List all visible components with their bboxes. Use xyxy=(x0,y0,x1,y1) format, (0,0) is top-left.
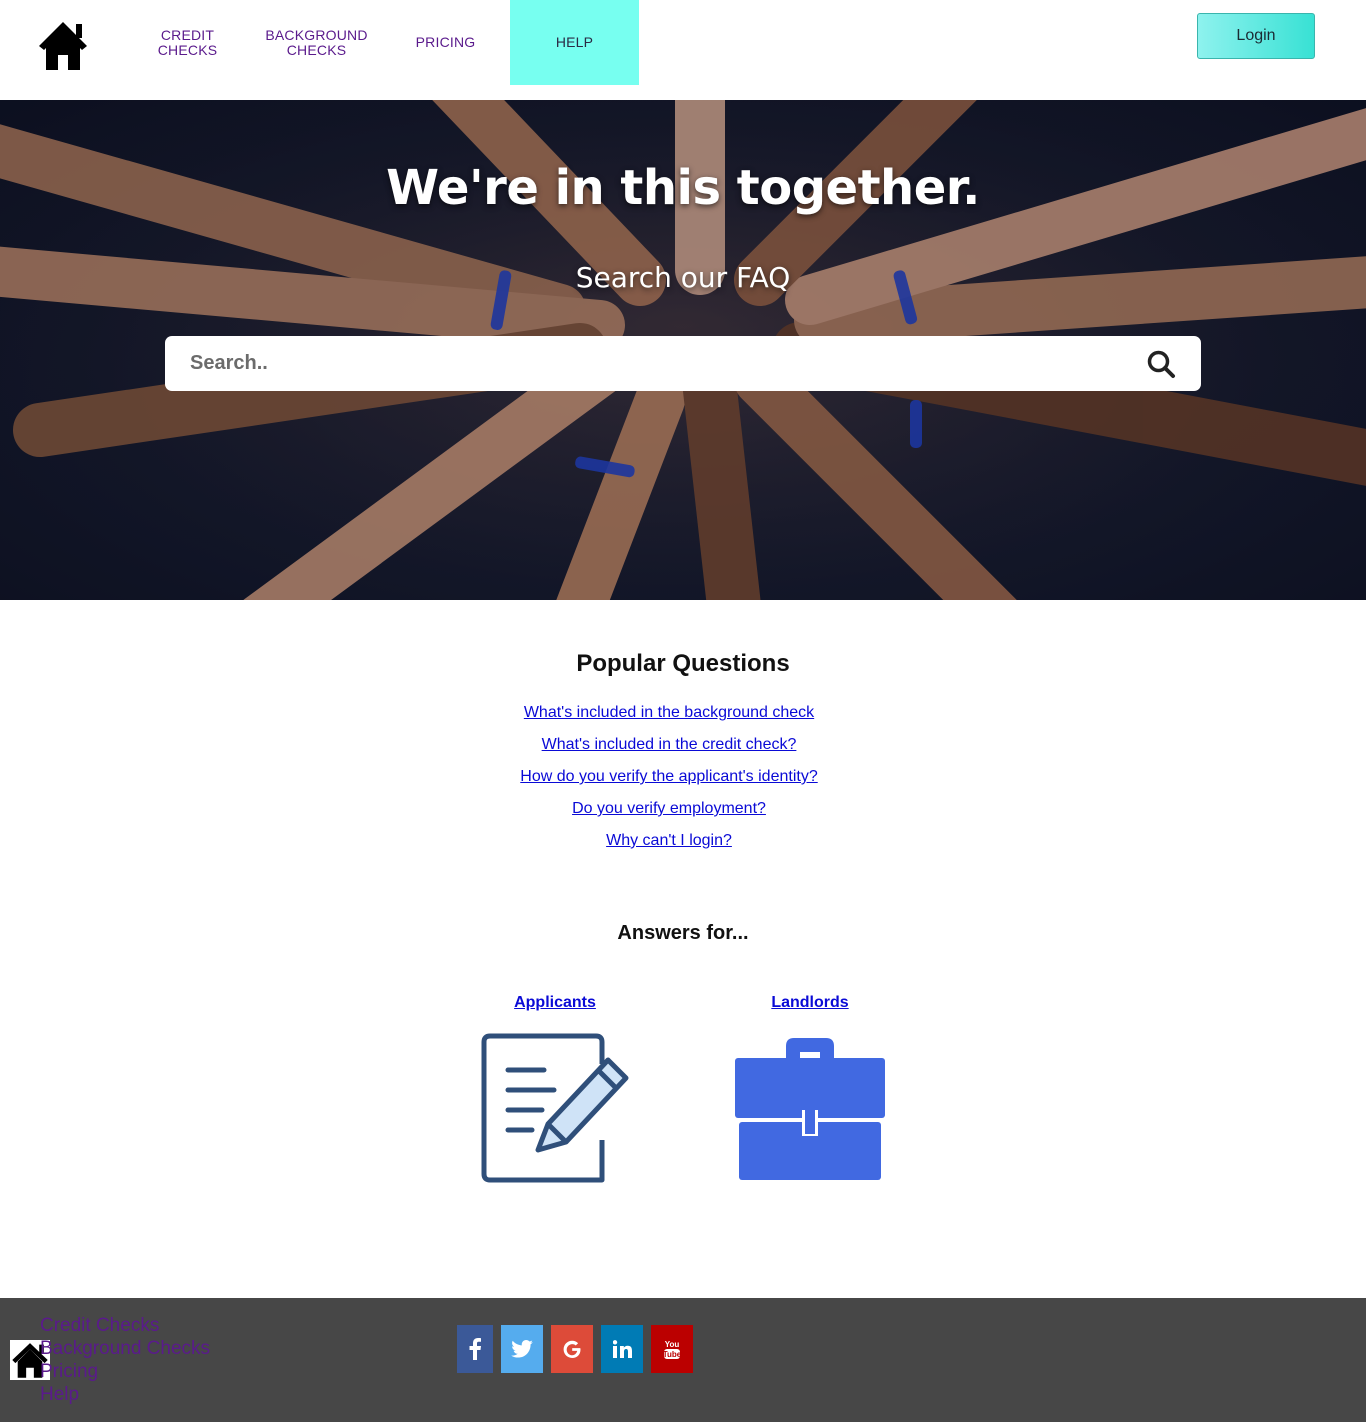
svg-text:Tube: Tube xyxy=(663,1350,682,1359)
hero-title: We're in this together. xyxy=(386,160,980,216)
twitter-icon[interactable] xyxy=(501,1325,543,1373)
nav-background-checks-label-1: BACKGROUND xyxy=(265,26,368,43)
landlords-link[interactable]: Landlords xyxy=(730,994,890,1012)
footer-nav: Credit Checks Background Checks Pricing … xyxy=(40,1314,210,1406)
nav-credit-checks-label-2: CHECKS xyxy=(157,41,218,58)
footer-link-background-checks[interactable]: Background Checks xyxy=(40,1337,210,1360)
briefcase-icon[interactable] xyxy=(734,1036,886,1182)
applicants-link[interactable]: Applicants xyxy=(475,994,635,1012)
faq-link[interactable]: Do you verify employment? xyxy=(0,800,1338,818)
answers-for-heading: Answers for... xyxy=(617,922,749,944)
edit-document-icon[interactable] xyxy=(480,1032,632,1186)
nav-help[interactable]: HELP xyxy=(510,0,639,85)
nav-credit-checks-label-1: CREDIT xyxy=(160,26,215,43)
hero-banner: We're in this together. Search our FAQ xyxy=(0,100,1366,600)
login-button[interactable]: Login xyxy=(1197,13,1315,59)
nav-pricing[interactable]: PRICING xyxy=(381,0,510,85)
site-footer: Credit Checks Background Checks Pricing … xyxy=(0,1298,1366,1422)
nav-pricing-label: PRICING xyxy=(415,34,476,50)
footer-link-credit-checks[interactable]: Credit Checks xyxy=(40,1314,210,1337)
nav-credit-checks[interactable]: CREDIT CHECKS xyxy=(123,0,252,85)
search-bar xyxy=(165,336,1201,391)
faq-link[interactable]: What's included in the credit check? xyxy=(0,736,1338,754)
site-header: CREDIT CHECKS BACKGROUND CHECKS PRICING HE… xyxy=(0,0,1366,100)
footer-link-help[interactable]: Help xyxy=(40,1383,210,1406)
nav-help-label: HELP xyxy=(555,34,594,50)
youtube-icon[interactable]: You Tube xyxy=(651,1325,693,1373)
nav-background-checks-label-2: CHECKS xyxy=(286,41,347,58)
hero-subtitle: Search our FAQ xyxy=(575,261,791,294)
search-icon[interactable] xyxy=(1146,349,1176,379)
facebook-icon[interactable] xyxy=(457,1325,493,1373)
footer-link-pricing[interactable]: Pricing xyxy=(40,1360,210,1383)
google-icon[interactable] xyxy=(551,1325,593,1373)
search-input[interactable] xyxy=(190,336,1090,391)
faq-link[interactable]: What's included in the background check xyxy=(0,704,1338,722)
home-logo-icon[interactable] xyxy=(37,20,89,72)
faq-link[interactable]: Why can't I login? xyxy=(0,832,1338,850)
nav-background-checks[interactable]: BACKGROUND CHECKS xyxy=(252,0,381,85)
faq-link[interactable]: How do you verify the applicant's identi… xyxy=(0,768,1338,786)
svg-text:You: You xyxy=(665,1340,680,1349)
linkedin-icon[interactable] xyxy=(601,1325,643,1373)
popular-questions-heading: Popular Questions xyxy=(576,650,790,677)
